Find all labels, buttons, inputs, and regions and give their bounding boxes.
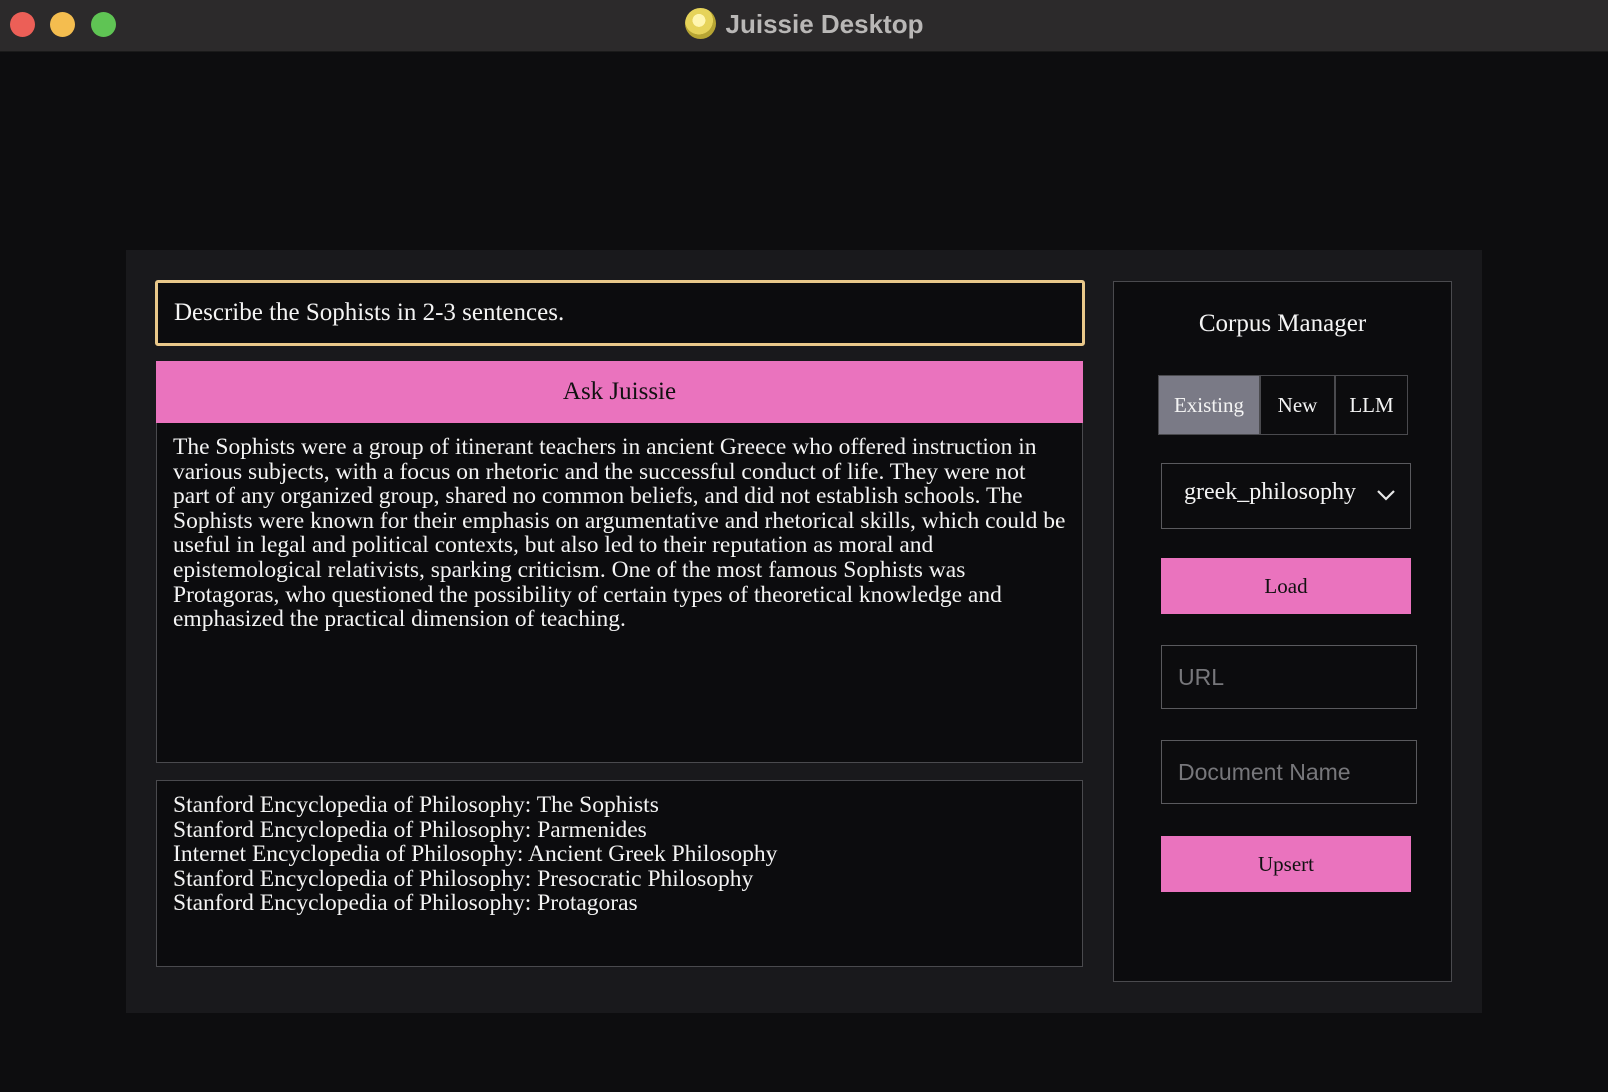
juissie-logo-icon bbox=[684, 8, 716, 39]
answer-box: The Sophists were a group of itinerant t… bbox=[156, 423, 1083, 763]
window-title: Juissie Desktop bbox=[725, 9, 924, 39]
corpus-select-value: greek_philosophy bbox=[1184, 479, 1356, 505]
ask-juissie-button[interactable]: Ask Juissie bbox=[156, 361, 1083, 423]
corpus-manager-title: Corpus Manager bbox=[1198, 310, 1367, 337]
source-item: Internet Encyclopedia of Philosophy: Anc… bbox=[173, 841, 778, 868]
answer-text: The Sophists were a group of itinerant t… bbox=[173, 434, 1066, 633]
source-item: Stanford Encyclopedia of Philosophy: Par… bbox=[173, 816, 647, 843]
window-title-group: Juissie Desktop bbox=[0, 8, 1608, 40]
source-item: Stanford Encyclopedia of Philosophy: Pro… bbox=[173, 890, 638, 917]
source-item: Stanford Encyclopedia of Philosophy: Pre… bbox=[173, 865, 754, 892]
upsert-button[interactable]: Upsert bbox=[1161, 836, 1411, 892]
chevron-down-icon bbox=[1377, 490, 1395, 501]
query-input[interactable] bbox=[155, 280, 1085, 346]
load-button[interactable]: Load bbox=[1161, 558, 1411, 614]
tab-new[interactable]: New bbox=[1260, 375, 1335, 435]
title-bar: Juissie Desktop bbox=[0, 0, 1608, 52]
corpus-select[interactable]: greek_philosophy bbox=[1161, 463, 1411, 529]
tab-existing[interactable]: Existing bbox=[1158, 375, 1260, 435]
document-name-field[interactable] bbox=[1161, 740, 1417, 804]
tab-llm[interactable]: LLM bbox=[1335, 375, 1408, 435]
sources-box: Stanford Encyclopedia of Philosophy: The… bbox=[156, 780, 1083, 967]
url-field[interactable] bbox=[1161, 645, 1417, 709]
source-item: Stanford Encyclopedia of Philosophy: The… bbox=[173, 792, 659, 818]
corpus-manager-panel: Corpus Manager Existing New LLM greek_ph… bbox=[1113, 281, 1452, 982]
